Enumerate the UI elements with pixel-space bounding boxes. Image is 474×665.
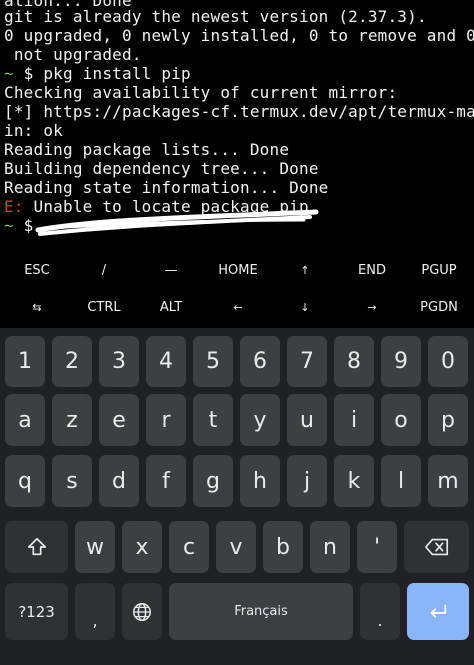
pgup-key[interactable]: PGUP [408, 253, 470, 289]
terminal-line: in: ok [4, 121, 63, 140]
key-q[interactable]: q [5, 455, 45, 507]
terminal-line: Reading package lists... Done [4, 140, 290, 159]
redaction-scribble [35, 209, 319, 236]
enter-icon [430, 604, 447, 617]
key-5[interactable]: 5 [193, 336, 233, 387]
arrow-right-key[interactable]: → [341, 290, 403, 326]
key-j[interactable]: j [287, 455, 327, 507]
key-2[interactable]: 2 [52, 336, 92, 387]
key-y[interactable]: y [240, 394, 280, 446]
dash-key[interactable]: — [140, 253, 202, 289]
key-w[interactable]: w [75, 521, 115, 573]
symbols-key[interactable]: ?123 [5, 583, 68, 640]
backspace-key[interactable] [404, 521, 469, 573]
key-c[interactable]: c [169, 521, 209, 573]
globe-icon [133, 602, 151, 621]
slash-key[interactable]: / [73, 253, 135, 289]
enter-key[interactable] [407, 583, 469, 640]
terminal-line: not upgraded. [4, 45, 142, 64]
key-i[interactable]: i [334, 394, 374, 446]
terminal-line: 0 upgraded, 0 newly installed, 0 to remo… [4, 26, 474, 45]
tab-key[interactable]: ⇆ [6, 290, 68, 326]
termux-extra-keys: ESC / — HOME ↑ END PGUP ⇆ CTRL ALT ← ↓ →… [0, 250, 474, 328]
terminal-line: Checking availability of current mirror: [4, 83, 398, 102]
terminal-line: git is already the newest version (2.37.… [4, 7, 427, 26]
prompt-dollar: $ [13, 216, 34, 235]
ctrl-key[interactable]: CTRL [73, 290, 135, 326]
key-p[interactable]: p [428, 394, 468, 446]
key-r[interactable]: r [146, 394, 186, 446]
key-g[interactable]: g [193, 455, 233, 507]
language-key[interactable] [122, 583, 162, 640]
terminal-output[interactable]: ation... Done git is already the newest … [0, 0, 474, 250]
terminal-line: Reading state information... Done [4, 178, 329, 197]
terminal-line: [*] https://packages-cf.termux.dev/apt/t… [4, 102, 474, 121]
key-7[interactable]: 7 [287, 336, 327, 387]
termux-screen: ation... Done git is already the newest … [0, 0, 474, 665]
key-8[interactable]: 8 [334, 336, 374, 387]
key-o[interactable]: o [381, 394, 421, 446]
key-9[interactable]: 9 [381, 336, 421, 387]
space-bar[interactable]: Français [169, 583, 353, 640]
esc-key[interactable]: ESC [6, 253, 68, 289]
comma-key[interactable]: , [75, 583, 115, 640]
key-6[interactable]: 6 [240, 336, 280, 387]
key-d[interactable]: d [99, 455, 139, 507]
key-u[interactable]: u [287, 394, 327, 446]
key-1[interactable]: 1 [5, 336, 45, 387]
key-0[interactable]: 0 [428, 336, 468, 387]
key-f[interactable]: f [146, 455, 186, 507]
key-k[interactable]: k [334, 455, 374, 507]
key-t[interactable]: t [193, 394, 233, 446]
key-e[interactable]: e [99, 394, 139, 446]
key-4[interactable]: 4 [146, 336, 186, 387]
key-z[interactable]: z [52, 394, 92, 446]
terminal-prompt-line: ~ $ [4, 216, 34, 235]
period-key[interactable]: . [360, 583, 400, 640]
prompt-tilde: ~ [4, 64, 14, 83]
end-key[interactable]: END [341, 253, 403, 289]
terminal-command-line: ~ $ pkg install pip [4, 64, 191, 83]
alt-key[interactable]: ALT [140, 290, 202, 326]
command-text: $ pkg install pip [13, 64, 191, 83]
key-h[interactable]: h [240, 455, 280, 507]
key-x[interactable]: x [122, 521, 162, 573]
key-b[interactable]: b [263, 521, 303, 573]
key-l[interactable]: l [381, 455, 421, 507]
key-m[interactable]: m [428, 455, 468, 507]
pgdn-key[interactable]: PGDN [408, 290, 470, 326]
arrow-down-key[interactable]: ↓ [274, 290, 336, 326]
arrow-up-key[interactable]: ↑ [274, 253, 336, 289]
prompt-tilde: ~ [4, 216, 14, 235]
key-a[interactable]: a [5, 394, 45, 446]
shift-key[interactable] [5, 521, 68, 573]
terminal-line: Building dependency tree... Done [4, 159, 319, 178]
backspace-icon [424, 538, 448, 556]
shift-icon [27, 537, 46, 556]
error-prefix: E: [4, 197, 24, 216]
key-3[interactable]: 3 [99, 336, 139, 387]
key-v[interactable]: v [216, 521, 256, 573]
arrow-left-key[interactable]: ← [207, 290, 269, 326]
key-apostrophe[interactable]: ' [357, 521, 397, 573]
key-s[interactable]: s [52, 455, 92, 507]
home-key[interactable]: HOME [207, 253, 269, 289]
key-n[interactable]: n [310, 521, 350, 573]
soft-keyboard: 1 2 3 4 5 6 7 8 9 0 a z e r t y u i o p … [0, 328, 474, 665]
